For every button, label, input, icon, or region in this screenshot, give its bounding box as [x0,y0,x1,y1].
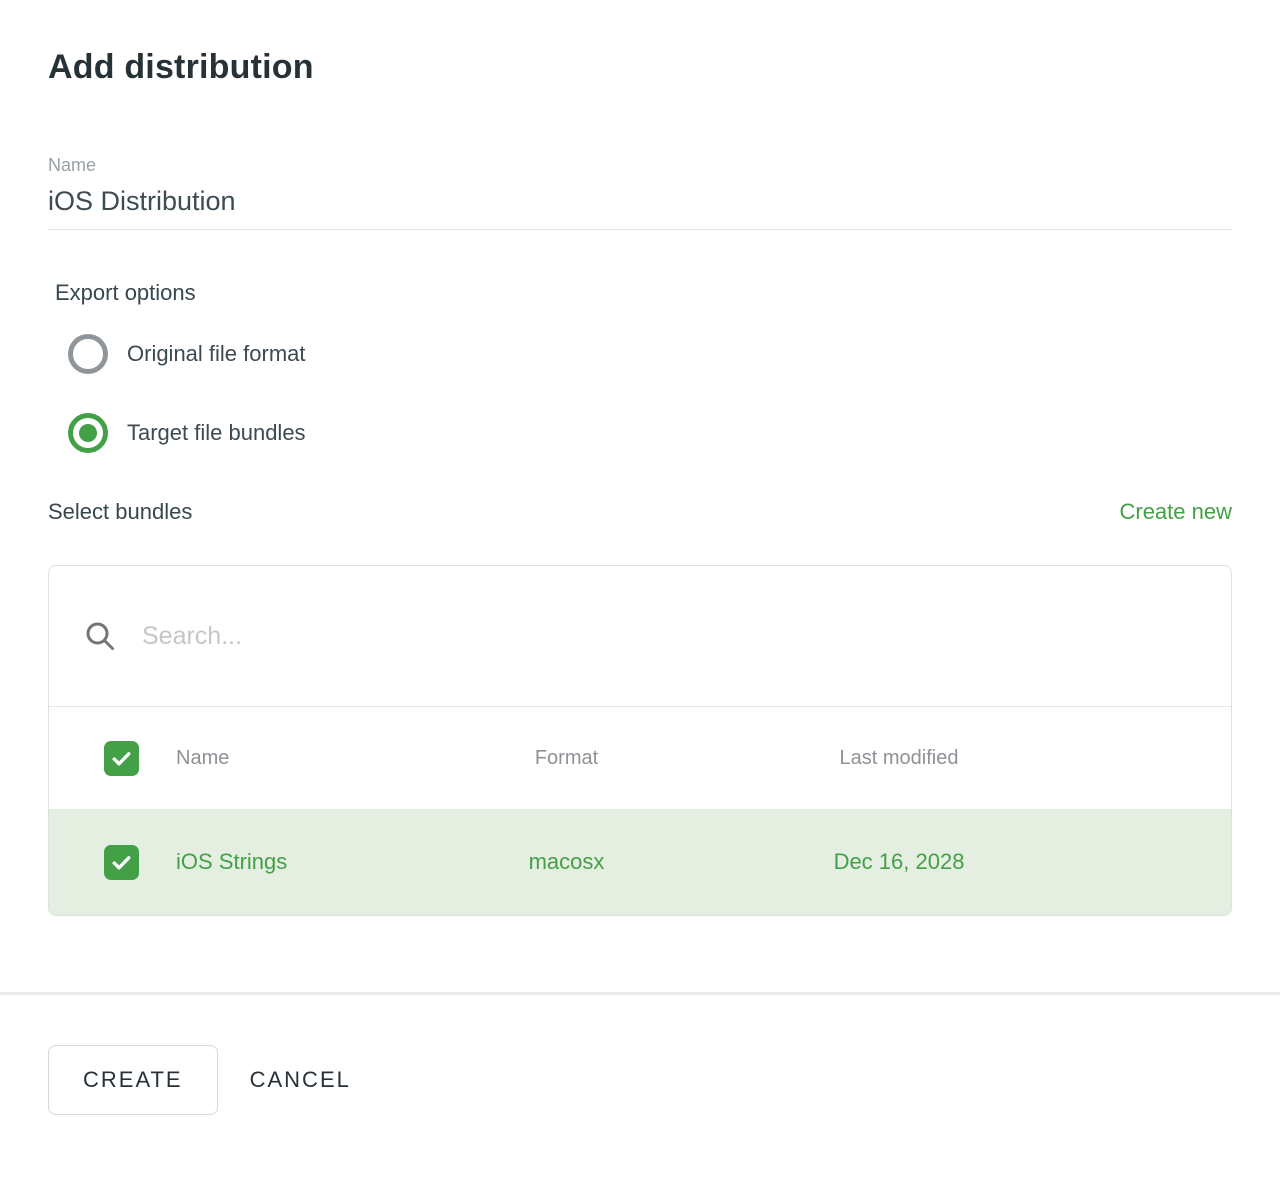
name-input[interactable] [48,186,1232,217]
bundles-search-bar[interactable] [49,566,1231,707]
name-field-label: Name [48,155,1232,176]
checkmark-icon [109,746,134,771]
radio-target-file-bundles[interactable]: Target file bundles [68,413,1232,453]
checkmark-icon [109,850,134,875]
radio-target-file-bundles-label: Target file bundles [127,420,306,446]
select-bundles-label: Select bundles [48,499,192,525]
cancel-button[interactable]: CANCEL [250,1067,351,1093]
row-name: iOS Strings [176,849,429,875]
create-button[interactable]: CREATE [48,1045,218,1115]
radio-selected-icon[interactable] [68,413,108,453]
dialog-actions: CREATE CANCEL [0,995,1280,1115]
select-all-checkbox[interactable] [104,741,139,776]
row-checkbox[interactable] [104,845,139,880]
create-new-link[interactable]: Create new [1119,499,1232,525]
select-bundles-header: Select bundles Create new [48,499,1232,525]
radio-original-file-format-label: Original file format [127,341,306,367]
radio-original-file-format[interactable]: Original file format [68,334,1232,374]
name-field-group: Name [48,155,1232,230]
row-checkbox-cell [49,845,176,880]
row-format: macosx [429,849,704,875]
search-icon [84,620,116,652]
header-format: Format [429,747,704,770]
radio-unselected-icon[interactable] [68,334,108,374]
header-name: Name [176,747,429,770]
row-last-modified: Dec 16, 2028 [704,849,1094,875]
header-checkbox-cell [49,741,176,776]
bundles-table-header: Name Format Last modified [49,707,1231,809]
search-input[interactable] [142,622,1231,651]
export-options-label: Export options [55,280,1232,306]
bundle-row-ios-strings[interactable]: iOS Strings macosx Dec 16, 2028 [49,809,1231,915]
export-options-radio-group: Original file format Target file bundles [48,334,1232,453]
bundles-panel: Name Format Last modified iOS Strings ma… [48,565,1232,916]
header-last-modified: Last modified [704,747,1094,770]
add-distribution-dialog: Add distribution Name Export options Ori… [0,0,1280,916]
page-title: Add distribution [48,48,1232,87]
